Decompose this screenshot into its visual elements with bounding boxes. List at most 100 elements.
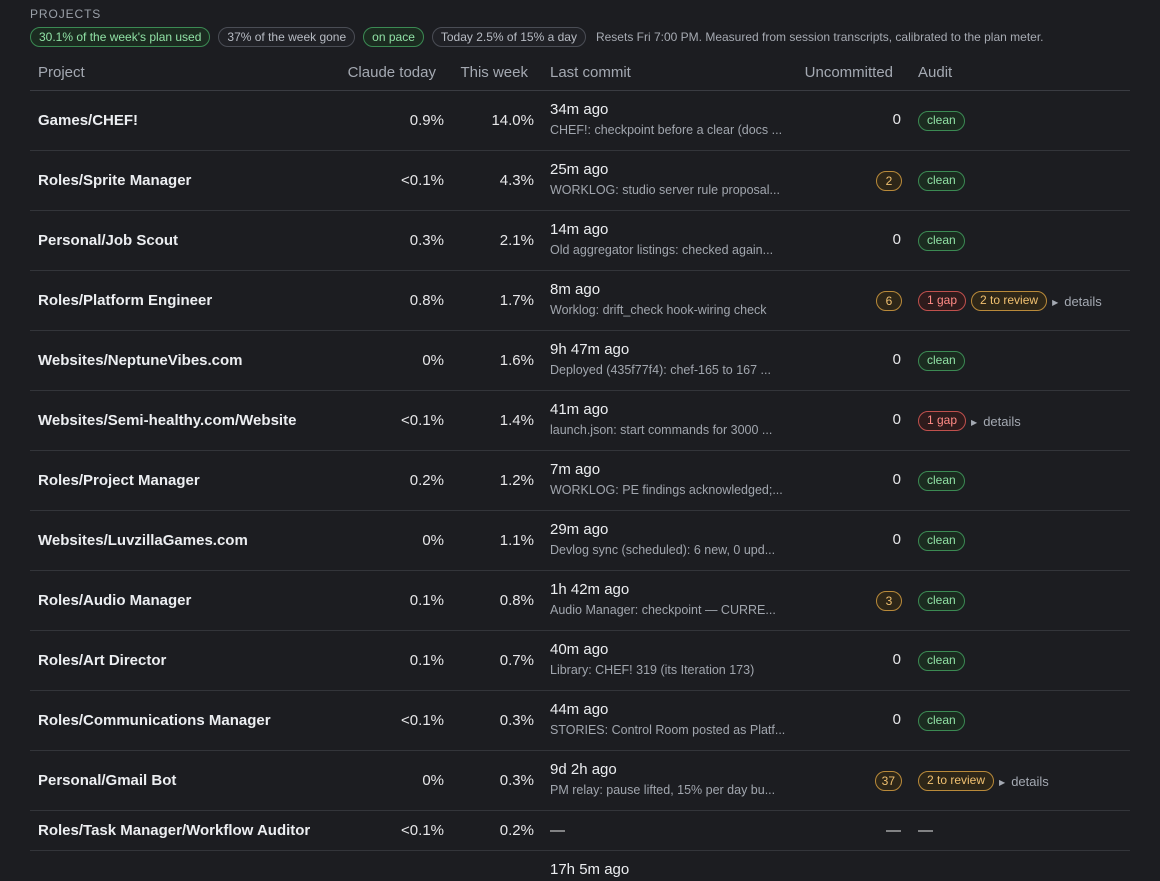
usage-summary: 30.1% of the week's plan used 37% of the…: [30, 26, 1044, 48]
claude-today-value: 0.9%: [409, 112, 444, 129]
column-header-last-commit[interactable]: Last commit: [550, 64, 631, 81]
table-row[interactable]: Roles/Task Manager/Workflow Auditor <0.1%…: [30, 811, 1130, 851]
project-name[interactable]: Roles/Project Manager: [38, 472, 200, 489]
audit-cell: clean: [918, 231, 965, 251]
details-label: details: [1011, 773, 1049, 789]
claude-today-value: <0.1%: [401, 172, 444, 189]
this-week-value: 1.7%: [499, 292, 534, 309]
project-name[interactable]: Roles/Art Director: [38, 652, 166, 669]
this-week-value: 2.1%: [499, 232, 534, 249]
last-commit-time: 9d 2h ago: [550, 761, 617, 778]
project-name[interactable]: Roles/Sprite Manager: [38, 172, 191, 189]
this-week-value: 0.3%: [499, 772, 534, 789]
project-name[interactable]: Roles/Task Manager/Workflow Auditor: [38, 822, 310, 839]
this-week-value: 1.4%: [499, 412, 534, 429]
section-title: PROJECTS: [30, 7, 102, 21]
column-header-audit[interactable]: Audit: [918, 64, 952, 81]
last-commit-empty: —: [550, 822, 565, 839]
claude-today-value: 0.1%: [409, 652, 444, 669]
table-row[interactable]: Roles/Art Director 0.1% 0.7% 40m ago Library…: [30, 631, 1130, 691]
last-commit-message: STORIES: Control Room posted as Platf...: [550, 723, 785, 737]
table-row[interactable]: Websites/LuvzillaGames.com 0% 1.1% 29m ago D…: [30, 511, 1130, 571]
audit-gap-badge: 1 gap: [918, 411, 967, 431]
table-row[interactable]: Personal/Gmail Bot 0% 0.3% 9d 2h ago PM rela…: [30, 751, 1130, 811]
column-header-uncommitted[interactable]: Uncommitted: [805, 64, 893, 81]
audit-cell: clean: [918, 471, 965, 491]
audit-cell: clean: [918, 111, 965, 131]
details-label: details: [983, 413, 1021, 429]
this-week-value: 0.8%: [499, 592, 534, 609]
table-row[interactable]: Roles/Project Manager 0.2% 1.2% 7m ago WORKL…: [30, 451, 1130, 511]
audit-cell: clean: [918, 591, 965, 611]
audit-clean-badge: clean: [918, 111, 965, 131]
claude-today-value: 0%: [422, 772, 444, 789]
table-row[interactable]: Roles/Audio Manager 0.1% 0.8% 1h 42m ago Aud…: [30, 571, 1130, 631]
audit-clean-badge: clean: [918, 651, 965, 671]
disclosure-triangle-icon: ▶: [971, 417, 978, 427]
uncommitted-count-badge: 6: [876, 291, 902, 311]
details-toggle[interactable]: ▶ details: [1052, 294, 1102, 309]
last-commit-message: Library: CHEF! 319 (its Iteration 173): [550, 663, 755, 677]
last-commit-message: Deployed (435f77f4): chef-165 to 167 ...: [550, 363, 771, 377]
table-row[interactable]: Websites/Semi-healthy.com/Website <0.1% 1.…: [30, 391, 1130, 451]
column-header-this-week[interactable]: This week: [460, 64, 528, 81]
this-week-value: 1.1%: [499, 532, 534, 549]
last-commit-time: 40m ago: [550, 641, 609, 658]
audit-cell: clean: [918, 711, 965, 731]
table-row[interactable]: 17h 5m ago: [30, 851, 1130, 881]
details-toggle[interactable]: ▶ details: [971, 414, 1021, 429]
project-name[interactable]: Personal/Job Scout: [38, 232, 178, 249]
uncommitted-count: 0: [892, 651, 901, 668]
uncommitted-count: 0: [892, 411, 901, 428]
table-header: Project Claude today This week Last comm…: [30, 58, 1130, 91]
audit-cell: clean: [918, 351, 965, 371]
project-name[interactable]: Games/CHEF!: [38, 112, 138, 129]
claude-today-value: 0.2%: [409, 472, 444, 489]
project-name[interactable]: Personal/Gmail Bot: [38, 772, 176, 789]
column-header-project[interactable]: Project: [38, 64, 85, 81]
table-row[interactable]: Personal/Job Scout 0.3% 2.1% 14m ago Old agg…: [30, 211, 1130, 271]
uncommitted-count: 37: [874, 771, 902, 791]
last-commit-time: 34m ago: [550, 101, 609, 118]
last-commit-time: 8m ago: [550, 281, 601, 298]
project-name[interactable]: Websites/Semi-healthy.com/Website: [38, 412, 296, 429]
table-row[interactable]: Roles/Platform Engineer 0.8% 1.7% 8m ago Wor…: [30, 271, 1130, 331]
table-row[interactable]: Roles/Communications Manager <0.1% 0.3% 44m…: [30, 691, 1130, 751]
audit-empty: —: [918, 822, 933, 839]
project-name[interactable]: Websites/NeptuneVibes.com: [38, 352, 243, 369]
this-week-value: 14.0%: [491, 112, 534, 129]
audit-review-badge: 2 to review: [971, 291, 1048, 311]
last-commit-message: Old aggregator listings: checked again..…: [550, 243, 774, 257]
uncommitted-count: 0: [892, 471, 901, 488]
column-header-claude-today[interactable]: Claude today: [348, 64, 436, 81]
last-commit-time: 9h 47m ago: [550, 341, 630, 358]
audit-cell: clean: [918, 531, 965, 551]
audit-clean-badge: clean: [918, 231, 965, 251]
claude-today-value: 0%: [422, 532, 444, 549]
uncommitted-count: 0: [892, 231, 901, 248]
uncommitted-count: 0: [892, 351, 901, 368]
week-gone-badge: 37% of the week gone: [218, 27, 356, 47]
last-commit-message: PM relay: pause lifted, 15% per day bu..…: [550, 783, 776, 797]
claude-today-value: <0.1%: [401, 712, 444, 729]
audit-gap-badge: 1 gap: [918, 291, 967, 311]
claude-today-value: 0.1%: [409, 592, 444, 609]
table-row[interactable]: Roles/Sprite Manager <0.1% 4.3% 25m ago WORK…: [30, 151, 1130, 211]
project-name[interactable]: Websites/LuvzillaGames.com: [38, 532, 248, 549]
last-commit-time: 1h 42m ago: [550, 581, 630, 598]
uncommitted-count: 6: [876, 291, 902, 311]
table-row[interactable]: Websites/NeptuneVibes.com 0% 1.6% 9h 47m ag…: [30, 331, 1130, 391]
audit-cell: 1 gap 2 to review ▶ details: [918, 291, 1102, 311]
project-name[interactable]: Roles/Communications Manager: [38, 712, 271, 729]
audit-clean-badge: clean: [918, 591, 965, 611]
claude-today-value: 0%: [422, 352, 444, 369]
table-row[interactable]: Games/CHEF! 0.9% 14.0% 34m ago CHEF!: checkp…: [30, 91, 1130, 151]
project-name[interactable]: Roles/Platform Engineer: [38, 292, 212, 309]
uncommitted-count-badge: 2: [876, 171, 902, 191]
claude-today-value: <0.1%: [401, 822, 444, 839]
uncommitted-count: 3: [876, 591, 902, 611]
uncommitted-count: 2: [876, 171, 902, 191]
projects-table-body: Games/CHEF! 0.9% 14.0% 34m ago CHEF!: checkp…: [30, 91, 1130, 881]
details-toggle[interactable]: ▶ details: [999, 774, 1049, 789]
project-name[interactable]: Roles/Audio Manager: [38, 592, 191, 609]
